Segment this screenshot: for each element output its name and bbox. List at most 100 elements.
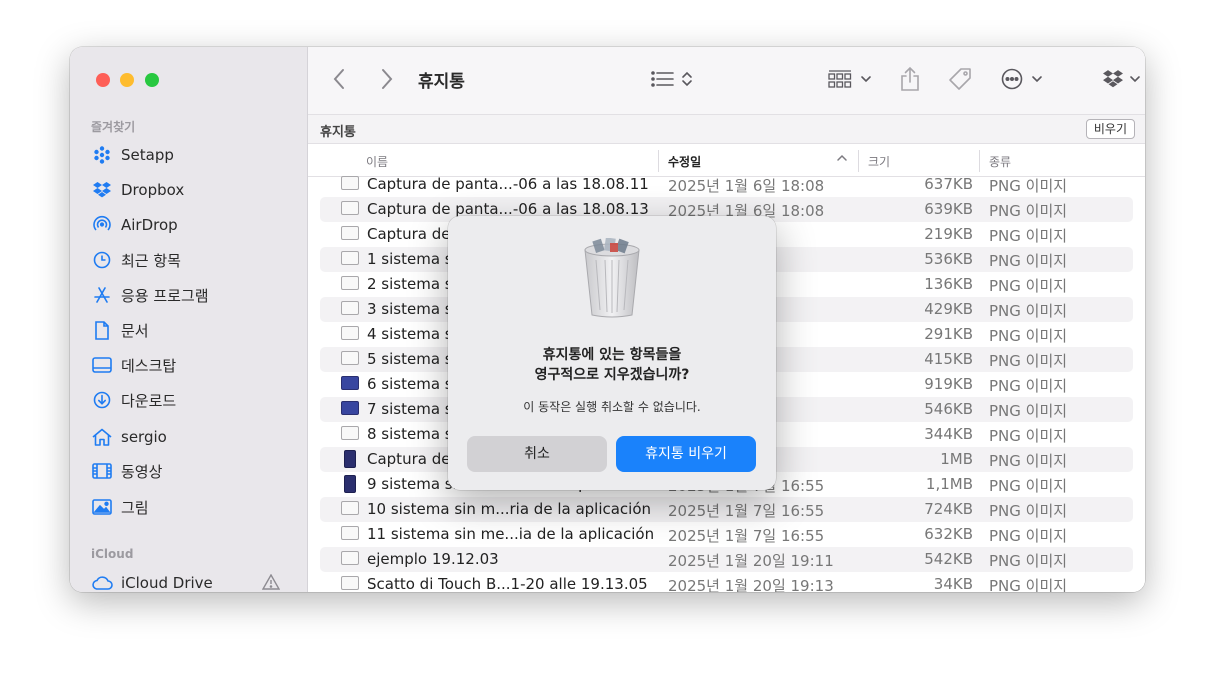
file-size: 542KB: [924, 550, 973, 568]
sidebar-item-downloads[interactable]: 다운로드: [88, 385, 293, 415]
cancel-button[interactable]: 취소: [467, 436, 607, 472]
sidebar-item-label: 동영상: [121, 462, 163, 481]
warning-icon: [261, 573, 281, 592]
png-file-icon: [341, 301, 359, 315]
png-file-icon: [341, 351, 359, 365]
download-icon: [88, 391, 116, 409]
file-size: 724KB: [924, 500, 973, 518]
group-button[interactable]: [828, 65, 872, 93]
sidebar-item-label: Setapp: [121, 146, 174, 164]
grid-icon: [828, 70, 852, 88]
table-row[interactable]: ejemplo 19.12.03 2025년 1월 20일 19:11 542KB P…: [320, 547, 1133, 572]
sort-ascending-icon[interactable]: [836, 152, 848, 166]
column-header: 이름 수정일 크기 종류: [308, 146, 1145, 177]
icloud-section-label: iCloud: [91, 547, 134, 561]
file-size: 1MB: [940, 450, 973, 468]
png-file-icon: [341, 176, 359, 190]
file-size: 546KB: [924, 400, 973, 418]
sidebar-item-icloud-drive[interactable]: iCloud Drive: [88, 568, 293, 592]
file-size: 639KB: [924, 200, 973, 218]
file-size: 919KB: [924, 375, 973, 393]
png-file-icon: [344, 475, 356, 493]
sidebar-item-home[interactable]: sergio: [88, 422, 293, 452]
sidebar-item-label: 그림: [121, 498, 149, 517]
sidebar-item-label: Dropbox: [121, 181, 185, 199]
file-name: Captura de panta...-06 a las 18.08.11: [367, 176, 649, 193]
file-kind: PNG 이미지: [989, 527, 1068, 545]
png-file-icon: [341, 576, 359, 590]
sidebar-item-label: 문서: [121, 321, 149, 340]
file-size: 415KB: [924, 350, 973, 368]
file-size: 536KB: [924, 250, 973, 268]
table-row[interactable]: 10 sistema sin m...ria de la aplicación 2…: [320, 497, 1133, 522]
setapp-icon: [88, 146, 116, 164]
column-separator[interactable]: [658, 150, 659, 172]
view-list-button[interactable]: [651, 65, 693, 93]
more-actions-button[interactable]: [1001, 65, 1043, 93]
chevron-down-icon: [1032, 76, 1042, 83]
forward-button[interactable]: [380, 65, 394, 93]
dropbox-toolbar-button[interactable]: [1103, 65, 1141, 93]
sidebar-item-setapp[interactable]: Setapp: [88, 140, 293, 170]
sidebar-item-recents[interactable]: 최근 항목: [88, 245, 293, 275]
file-size: 344KB: [924, 425, 973, 443]
file-kind: PNG 이미지: [989, 452, 1068, 470]
back-button[interactable]: [332, 65, 346, 93]
chevron-down-icon: [1130, 76, 1140, 83]
png-file-icon: [341, 501, 359, 515]
dropbox-icon: [1103, 70, 1123, 88]
share-button[interactable]: [900, 65, 920, 93]
airdrop-icon: [88, 215, 116, 235]
column-name-header[interactable]: 이름: [366, 153, 388, 170]
file-kind: PNG 이미지: [989, 302, 1068, 320]
trash-full-icon: [580, 237, 644, 318]
file-kind: PNG 이미지: [989, 577, 1068, 592]
file-name: 10 sistema sin m...ria de la aplicación: [367, 500, 652, 518]
sidebar-item-movies[interactable]: 동영상: [88, 456, 293, 486]
file-kind: PNG 이미지: [989, 227, 1068, 245]
sidebar-item-pictures[interactable]: 그림: [88, 492, 293, 522]
tag-button[interactable]: [948, 65, 972, 93]
empty-trash-confirm-button[interactable]: 휴지통 비우기: [616, 436, 756, 472]
dialog-message: 이 동작은 실행 취소할 수 없습니다.: [523, 400, 701, 414]
minimize-window-button[interactable]: [120, 73, 134, 87]
sidebar-item-dropbox[interactable]: Dropbox: [88, 175, 293, 205]
column-separator[interactable]: [979, 150, 980, 172]
favorites-section-label: 즐겨찾기: [91, 120, 136, 134]
sidebar-item-applications[interactable]: 응용 프로그램: [88, 280, 293, 310]
file-name: 11 sistema sin me...ia de la aplicación: [367, 525, 655, 543]
chevron-down-icon: [861, 76, 871, 83]
desktop-icon: [88, 357, 116, 373]
file-date: 2025년 1월 6일 18:08: [668, 177, 825, 195]
sidebar-item-documents[interactable]: 문서: [88, 315, 293, 345]
column-kind-header[interactable]: 종류: [989, 153, 1011, 170]
file-kind: PNG 이미지: [989, 352, 1068, 370]
column-separator[interactable]: [858, 150, 859, 172]
empty-trash-button[interactable]: 비우기: [1085, 119, 1135, 139]
table-row[interactable]: Captura de panta...-06 a las 18.08.11 202…: [320, 176, 1133, 197]
file-size: 219KB: [924, 225, 973, 243]
dialog-title-line-1: 휴지통에 있는 항목들을: [542, 347, 682, 363]
file-size: 632KB: [924, 525, 973, 543]
png-file-icon: [341, 276, 359, 290]
column-date-header[interactable]: 수정일: [668, 153, 701, 170]
png-file-icon: [341, 426, 359, 440]
file-kind: PNG 이미지: [989, 252, 1068, 270]
file-kind: PNG 이미지: [989, 502, 1068, 520]
file-kind: PNG 이미지: [989, 277, 1068, 295]
sidebar-item-airdrop[interactable]: AirDrop: [88, 210, 293, 240]
sidebar-item-label: sergio: [121, 428, 167, 446]
table-row[interactable]: 11 sistema sin me...ia de la aplicación 2…: [320, 522, 1133, 547]
file-size: 34KB: [933, 575, 973, 592]
table-row[interactable]: Scatto di Touch B...1-20 alle 19.13.05 20…: [320, 572, 1133, 592]
dropbox-icon: [88, 182, 116, 198]
share-icon: [901, 66, 919, 91]
close-window-button[interactable]: [96, 73, 110, 87]
zoom-window-button[interactable]: [145, 73, 159, 87]
sidebar-item-label: 최근 항목: [121, 251, 181, 270]
tag-icon: [949, 68, 971, 90]
sidebar-item-desktop[interactable]: 데스크탑: [88, 350, 293, 380]
column-size-header[interactable]: 크기: [868, 153, 890, 170]
png-file-icon: [341, 551, 359, 565]
png-file-icon: [341, 226, 359, 240]
